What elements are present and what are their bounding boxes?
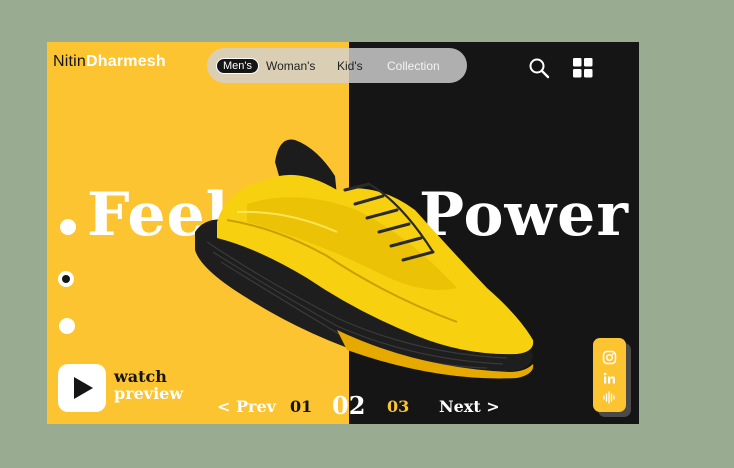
- watch-line: watch: [114, 367, 167, 386]
- linkedin-icon[interactable]: [602, 371, 617, 386]
- page-02-current[interactable]: 02: [332, 391, 365, 420]
- play-icon: [74, 377, 93, 399]
- play-button[interactable]: [58, 364, 106, 412]
- brand-second: Dharmesh: [86, 53, 166, 70]
- active-dot-marker: [62, 275, 70, 283]
- nav-item-mens[interactable]: Men's: [216, 58, 259, 74]
- slide-dot-2-active[interactable]: [58, 271, 74, 287]
- product-shoe-image: [195, 139, 534, 379]
- nav-item-collection[interactable]: Collection: [387, 59, 440, 73]
- prev-button[interactable]: < Prev: [217, 397, 276, 416]
- brand-first: Nitin: [53, 53, 87, 70]
- page-03[interactable]: 03: [387, 397, 409, 416]
- nav-item-kids[interactable]: Kid's: [337, 59, 363, 73]
- nav-item-womans[interactable]: Woman's: [266, 59, 315, 73]
- watch-preview-label[interactable]: watch preview: [114, 368, 183, 402]
- category-nav: Men's Woman's Kid's Collection: [207, 48, 467, 83]
- social-links: [593, 338, 626, 412]
- page-01[interactable]: 01: [290, 397, 312, 416]
- brand-logo[interactable]: NitinDharmesh: [53, 53, 166, 71]
- next-button[interactable]: Next >: [439, 397, 500, 416]
- audio-wave-icon[interactable]: [602, 390, 617, 405]
- grid-menu-icon[interactable]: [573, 58, 593, 78]
- slide-dot-3[interactable]: [59, 318, 75, 334]
- hero-banner: NitinDharmesh Men's Woman's Kid's Collec…: [47, 42, 639, 424]
- search-icon[interactable]: [528, 57, 550, 79]
- slide-dot-1[interactable]: [60, 219, 76, 235]
- instagram-icon[interactable]: [602, 350, 617, 365]
- preview-line: preview: [114, 384, 184, 403]
